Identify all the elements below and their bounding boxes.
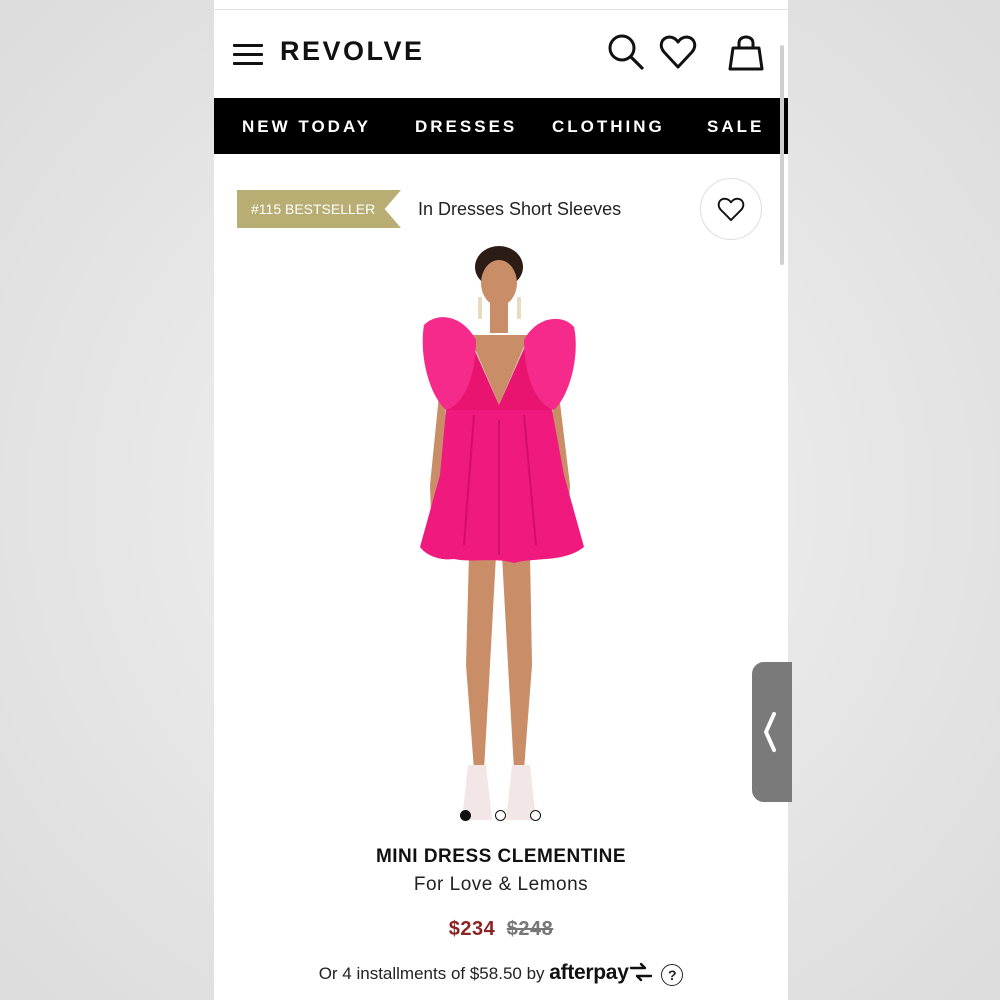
- site-header: REVOLVE: [214, 10, 788, 98]
- image-dot-3[interactable]: [530, 810, 541, 821]
- sale-price: $234: [448, 918, 496, 940]
- hamburger-menu-icon[interactable]: [233, 44, 263, 66]
- image-dot-2[interactable]: [495, 810, 506, 821]
- afterpay-arrows-icon: [629, 962, 652, 982]
- nav-dresses[interactable]: DRESSES: [415, 117, 517, 137]
- afterpay-help-icon[interactable]: ?: [661, 963, 684, 986]
- side-drawer-tab[interactable]: [752, 662, 792, 802]
- installments-text: Or 4 installments of $58.50 by: [318, 964, 545, 983]
- afterpay-logo: afterpay: [549, 961, 629, 984]
- product-brand-link[interactable]: For Love & Lemons: [214, 874, 788, 896]
- scrollbar[interactable]: [780, 45, 784, 265]
- installments-row: Or 4 installments of $58.50 by afterpay …: [214, 961, 788, 986]
- heart-icon[interactable]: [658, 32, 698, 72]
- nav-new-today[interactable]: NEW TODAY: [242, 117, 371, 137]
- nav-sale[interactable]: SALE: [707, 117, 764, 137]
- image-dot-1[interactable]: [460, 810, 471, 821]
- chevron-left-icon: [764, 712, 776, 752]
- category-nav: NEW TODAY DRESSES CLOTHING SALE: [214, 98, 788, 154]
- product-image[interactable]: [384, 245, 614, 830]
- wishlist-heart-icon: [717, 197, 745, 222]
- revolve-logo[interactable]: REVOLVE: [280, 36, 425, 67]
- shopping-bag-icon[interactable]: [726, 32, 766, 72]
- bestseller-category-link[interactable]: In Dresses Short Sleeves: [418, 199, 621, 220]
- search-icon[interactable]: [606, 32, 646, 72]
- original-price: $248: [506, 918, 554, 940]
- price-row: $234 $248: [214, 918, 788, 941]
- bestseller-badge: #115 BESTSELLER: [237, 190, 401, 228]
- nav-clothing[interactable]: CLOTHING: [552, 117, 665, 137]
- product-title: MINI DRESS CLEMENTINE: [375, 846, 627, 867]
- phone-screen: REVOLVE NEW TODAY DRESSES CLOTHING SALE …: [214, 0, 788, 1000]
- add-to-wishlist-button[interactable]: [700, 178, 762, 240]
